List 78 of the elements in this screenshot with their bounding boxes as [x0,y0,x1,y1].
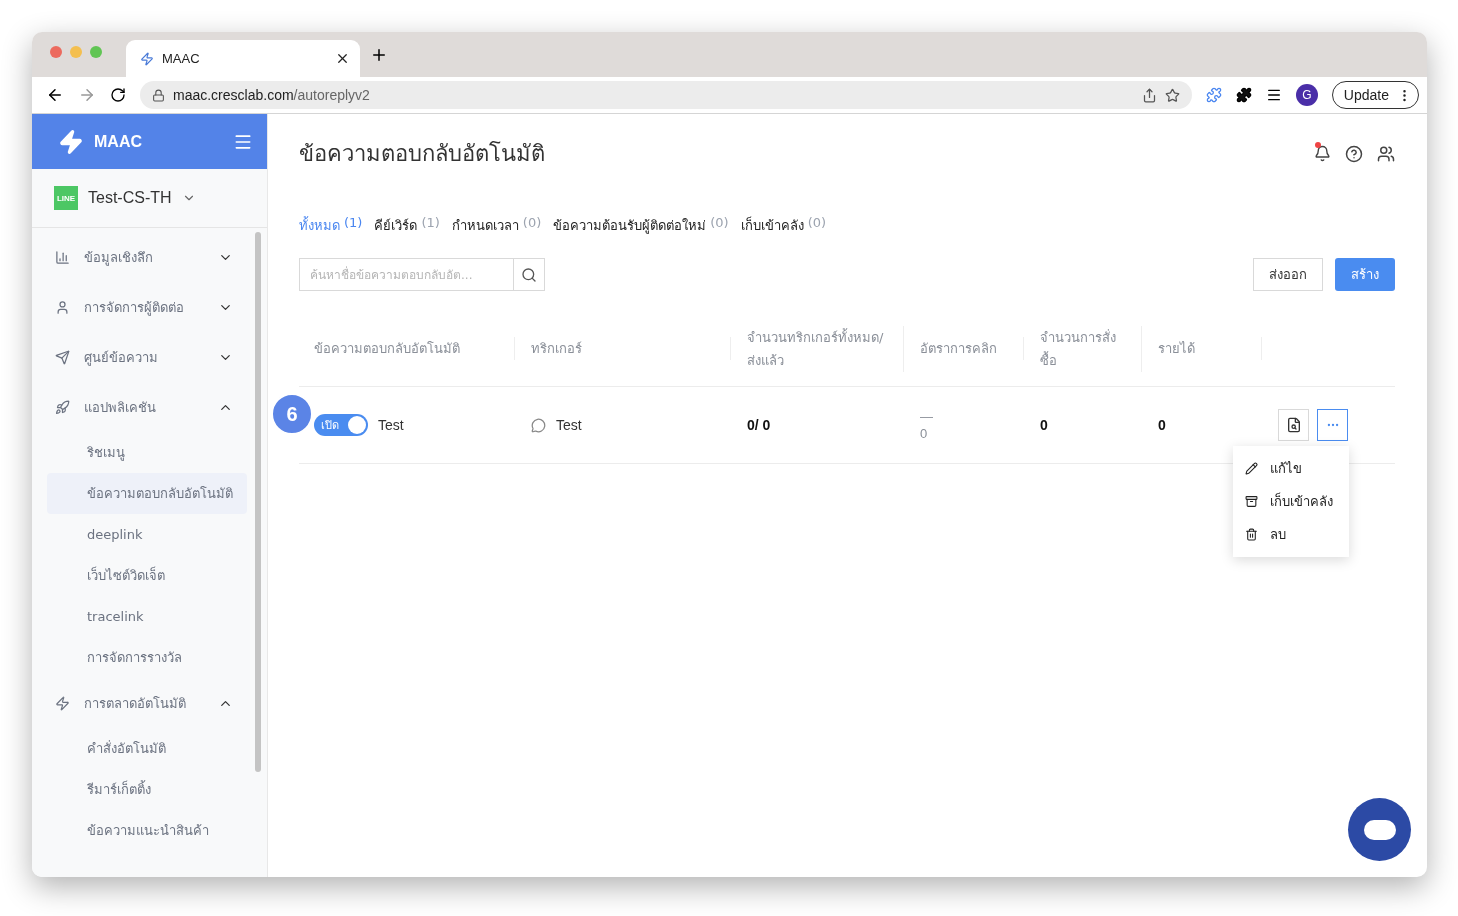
tab-title: MAAC [162,51,201,66]
nav-item[interactable]: แอปพลิเคชัน [47,382,251,432]
nav-icon [55,249,70,265]
bookmark-icon[interactable] [1164,87,1180,103]
filter-tab[interactable]: กำหนดเวลา (0) [451,215,542,236]
lock-icon [152,88,165,102]
search-field[interactable]: ค้นหาชื่อข้อความตอบกลับอัต... [299,258,545,291]
url-text: maac.cresclab.com/autoreplyv2 [173,87,371,103]
nav-subitem[interactable]: ข้อความตอบกลับอัตโนมัติ [47,473,247,514]
nav-subitem[interactable]: ริชเมนู [47,432,247,473]
filter-tab[interactable]: ทั้งหมด (1) [299,215,363,236]
brand-name: MAAC [94,132,143,151]
nav-item[interactable]: ศูนย์ข้อความ [47,332,251,382]
table-cell-text: 0 [920,426,929,441]
table-cell: 0 [1040,417,1048,433]
filter-tab[interactable]: เก็บเข้าคลัง (0) [740,215,827,236]
table-cell: Test [556,417,582,433]
preview-button[interactable] [1278,409,1309,441]
line-badge: LINE [54,186,78,210]
nav-subitem[interactable]: คำสั่งอัตโนมัติ [47,728,247,769]
account-selector[interactable]: LINE Test-CS-TH [32,169,267,228]
menu-item[interactable]: แก้ไข [1233,452,1349,485]
menu-item-icon [1245,462,1258,475]
page-title: ข้อความตอบกลับอัตโนมัติ [299,140,546,168]
help-icon[interactable] [1345,144,1363,163]
create-button[interactable]: สร้าง [1335,258,1395,291]
account-name: Test-CS-TH [88,189,172,207]
filter-tab[interactable]: คีย์เวิร์ด (1) [374,215,440,236]
nav-item[interactable]: ข้อมูลเชิงลึก [47,232,251,282]
browser-tab[interactable]: MAAC [126,40,360,77]
logo-icon [140,51,154,66]
back-icon[interactable] [46,86,64,104]
menu-item-icon [1245,495,1258,508]
notification-icon[interactable] [1314,145,1331,162]
chat-icon [531,417,546,433]
logo-icon [58,128,84,155]
share-icon[interactable] [1141,87,1157,103]
table-cell: 0 [1158,417,1166,433]
filter-tab[interactable]: ข้อความต้อนรับผู้ติดต่อใหม่ (0) [553,215,729,236]
nav-subitem[interactable]: tracelink [47,596,247,637]
menu-item-icon [1245,528,1258,541]
step-badge: 6 [271,393,313,435]
column-header: จำนวนทริกเกอร์ทั้งหมด/ส่งแล้ว [747,325,904,372]
address-bar[interactable]: maac.cresclab.com/autoreplyv2 [140,81,1192,109]
toggle-switch[interactable]: เปิด [314,414,368,436]
nav-subitem[interactable]: รีมาร์เก็ตติ้ง [47,769,247,810]
table-cell: 0/ 0 [747,417,771,433]
menu-item[interactable]: เก็บเข้าคลัง [1233,485,1349,518]
nav-item[interactable]: การตลาดอัตโนมัติ [47,678,251,728]
column-header: อัตราการคลิก [920,337,1024,360]
account-icon[interactable] [1377,144,1395,163]
more-button[interactable] [1317,409,1348,441]
nav-subitem[interactable]: deeplink [47,514,247,555]
nav-icon [55,299,70,315]
nav-icon [55,399,70,415]
menu-item[interactable]: ลบ [1233,518,1349,551]
nav-subitem[interactable]: เว็บไซต์วิดเจ็ต [47,555,247,596]
forward-icon[interactable] [78,86,96,104]
extensions-icon[interactable] [1235,87,1252,103]
table-cell: Test [378,417,404,433]
column-header: ทริกเกอร์ [531,337,731,360]
nav-subitem[interactable]: การจัดการรางวัล [47,637,247,678]
close-icon[interactable] [335,51,350,66]
extension-icon[interactable] [1205,87,1222,103]
nav-icon [55,695,70,711]
column-header: รายได้ [1158,337,1262,360]
nav-icon [55,349,70,365]
nav-item[interactable]: การจัดการผู้ติดต่อ [47,282,251,332]
export-button[interactable]: ส่งออก [1253,258,1323,291]
table-cell-text: — [920,409,934,424]
reload-icon[interactable] [110,87,126,103]
scrollbar[interactable] [255,232,261,772]
document-search-icon [1285,417,1302,433]
column-header: จำนวนการสั่งซื้อ [1040,325,1142,372]
nav-subitem[interactable]: ข้อความแนะนำสินค้า [47,810,247,851]
column-header: ข้อความตอบกลับอัตโนมัติ [314,337,515,360]
update-button[interactable]: Update [1331,81,1419,109]
profile-avatar[interactable]: G [1295,84,1318,106]
